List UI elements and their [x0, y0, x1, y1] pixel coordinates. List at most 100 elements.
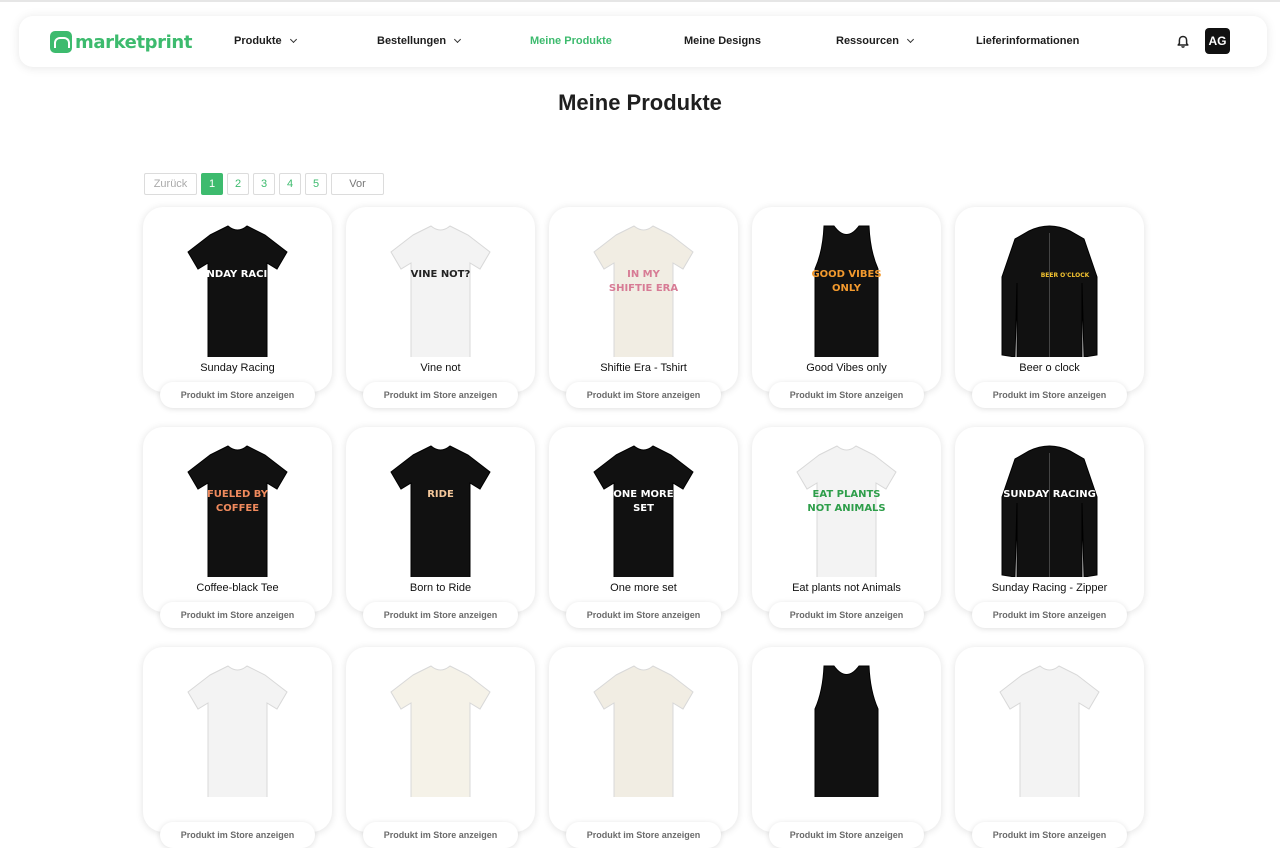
product-card[interactable]: SUNDAY RACING Sunday Racing - Zipper Produ… [955, 427, 1144, 628]
product-card[interactable]: IN MY SHIFTIE ERA Shiftie Era - Tshirt Prod… [549, 207, 738, 408]
product-image: IN MY SHIFTIE ERA [593, 225, 694, 357]
print-text: RIDE [427, 489, 454, 500]
product-card[interactable]: FUELED BY COFFEE Coffee-black Tee Produkt i… [143, 427, 332, 628]
view-in-store-button[interactable]: Produkt im Store anzeigen [769, 822, 924, 848]
print-text: NOT ANIMALS [807, 503, 885, 514]
nav-ressourcen[interactable]: Ressourcen [836, 35, 915, 47]
nav-lieferinformationen[interactable]: Lieferinformationen [976, 35, 1079, 47]
product-image: BEER O'CLOCK [1001, 225, 1098, 357]
chevron-down-icon [289, 35, 297, 44]
nav-label: Meine Designs [684, 35, 762, 47]
print-text: COFFEE [216, 503, 259, 514]
product-image [187, 665, 288, 797]
product-card[interactable]: Produkt im Store anzeigen [752, 647, 941, 848]
top-border [0, 0, 1280, 2]
product-image: RIDE [390, 445, 491, 577]
product-name: Sunday Racing - Zipper [991, 582, 1108, 594]
nav-label: Ressourcen [836, 35, 899, 47]
product-name: Born to Ride [409, 582, 472, 594]
garment-shape [390, 445, 491, 577]
product-name: Coffee-black Tee [196, 582, 279, 594]
nav-meine-designs[interactable]: Meine Designs [684, 35, 761, 47]
view-in-store-button[interactable]: Produkt im Store anzeigen [363, 382, 518, 408]
print-text: SUNDAY RACING [1003, 489, 1096, 500]
chevron-down-icon [454, 35, 462, 44]
garment-shape [187, 665, 288, 797]
product-name: Vine not [420, 362, 461, 374]
view-in-store-button[interactable]: Produkt im Store anzeigen [363, 602, 518, 628]
nav-label: Meine Produkte [530, 35, 612, 47]
product-image: VINE NOT? [390, 225, 491, 357]
chevron-down-icon [906, 35, 915, 44]
view-in-store-button[interactable]: Produkt im Store anzeigen [160, 602, 315, 628]
nav-bestellungen[interactable]: Bestellungen [377, 35, 462, 47]
product-card[interactable]: ONE MORE SET One more set Produkt im Store … [549, 427, 738, 628]
product-card[interactable]: SUNDAY RACING Sunday Racing Produkt im Sto… [143, 207, 332, 408]
product-name: Beer o clock [1019, 362, 1080, 374]
print-text: VINE NOT? [411, 269, 471, 280]
pagination-page-1[interactable]: 1 [201, 173, 223, 195]
view-in-store-button[interactable]: Produkt im Store anzeigen [363, 822, 518, 848]
print-text: SUNDAY RACING [191, 269, 284, 280]
product-image [390, 665, 491, 797]
product-card[interactable]: VINE NOT? Vine not Produkt im Store anzeig… [346, 207, 535, 408]
pagination-next-button[interactable]: Vor [331, 173, 384, 195]
pagination-page-4[interactable]: 4 [279, 173, 301, 195]
product-card[interactable]: Produkt im Store anzeigen [955, 647, 1144, 848]
view-in-store-button[interactable]: Produkt im Store anzeigen [566, 822, 721, 848]
nav-produkte[interactable]: Produkte [234, 35, 297, 47]
print-text: BEER O'CLOCK [1041, 272, 1090, 279]
print-text: SET [633, 503, 654, 514]
bell-icon[interactable] [1176, 35, 1190, 49]
user-avatar[interactable]: AG [1205, 28, 1230, 54]
view-in-store-button[interactable]: Produkt im Store anzeigen [972, 602, 1127, 628]
product-name: One more set [610, 582, 677, 594]
view-in-store-button[interactable]: Produkt im Store anzeigen [160, 382, 315, 408]
product-card[interactable]: BEER O'CLOCK Beer o clock Produkt im Store… [955, 207, 1144, 408]
product-card[interactable]: EAT PLANTS NOT ANIMALS Eat plants not Anim… [752, 427, 941, 628]
pagination-page-2[interactable]: 2 [227, 173, 249, 195]
print-text: IN MY [627, 269, 661, 280]
print-text: GOOD VIBES [811, 269, 881, 280]
product-card[interactable]: Produkt im Store anzeigen [143, 647, 332, 848]
product-card[interactable]: Produkt im Store anzeigen [549, 647, 738, 848]
garment-shape [999, 665, 1100, 797]
garment-shape [814, 665, 879, 797]
product-image: EAT PLANTS NOT ANIMALS [796, 445, 897, 577]
print-text: SHIFTIE ERA [609, 283, 679, 294]
product-image: SUNDAY RACING [187, 225, 288, 357]
print-text: FUELED BY [207, 489, 269, 500]
garment-shape [187, 225, 288, 357]
product-image [593, 665, 694, 797]
garment-shape [390, 665, 491, 797]
garment-shape [390, 225, 491, 357]
product-name: Sunday Racing [200, 362, 275, 374]
view-in-store-button[interactable]: Produkt im Store anzeigen [972, 382, 1127, 408]
pagination-page-3[interactable]: 3 [253, 173, 275, 195]
view-in-store-button[interactable]: Produkt im Store anzeigen [566, 602, 721, 628]
pagination-prev-button[interactable]: Zurück [144, 173, 197, 195]
product-card[interactable]: GOOD VIBES ONLY Good Vibes only Produkt im … [752, 207, 941, 408]
nav-meine-produkte[interactable]: Meine Produkte [530, 35, 612, 47]
product-image: FUELED BY COFFEE [187, 445, 288, 577]
product-name: Eat plants not Animals [792, 582, 901, 594]
brand-logo[interactable]: marketprint [50, 31, 192, 53]
product-name: Good Vibes only [806, 362, 887, 374]
nav-label: Produkte [234, 35, 282, 47]
view-in-store-button[interactable]: Produkt im Store anzeigen [160, 822, 315, 848]
print-text: ONLY [832, 283, 862, 294]
product-card[interactable]: RIDE Born to Ride Produkt im Store anzeige… [346, 427, 535, 628]
view-in-store-button[interactable]: Produkt im Store anzeigen [769, 382, 924, 408]
pagination: Zurück 1 2 3 4 5 Vor [144, 173, 384, 195]
product-card[interactable]: Produkt im Store anzeigen [346, 647, 535, 848]
nav-label: Bestellungen [377, 35, 447, 47]
product-image [814, 665, 879, 797]
product-name: Shiftie Era - Tshirt [600, 362, 687, 374]
nav-label: Lieferinformationen [976, 35, 1080, 47]
view-in-store-button[interactable]: Produkt im Store anzeigen [566, 382, 721, 408]
product-image: ONE MORE SET [593, 445, 694, 577]
view-in-store-button[interactable]: Produkt im Store anzeigen [972, 822, 1127, 848]
product-image [999, 665, 1100, 797]
view-in-store-button[interactable]: Produkt im Store anzeigen [769, 602, 924, 628]
pagination-page-5[interactable]: 5 [305, 173, 327, 195]
